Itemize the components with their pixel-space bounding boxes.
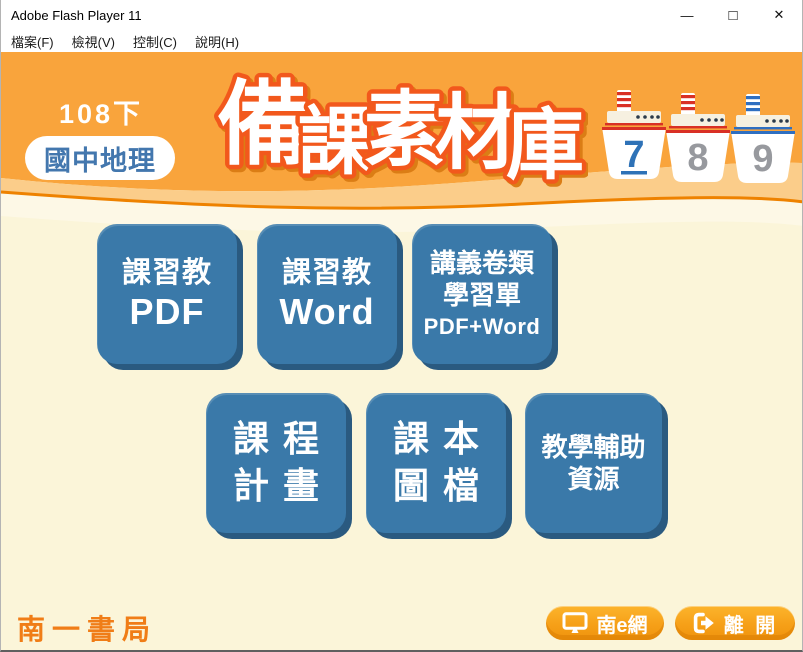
tile-course-plan[interactable]: 課程 計畫: [206, 393, 346, 533]
title-char: 課: [298, 100, 372, 183]
menu-help[interactable]: 說明(H): [186, 32, 248, 51]
nane-web-label: 南e網: [596, 614, 648, 637]
tile-keshijiao-pdf[interactable]: 課習教 PDF: [97, 224, 237, 364]
tile-label: Word: [279, 291, 375, 333]
monitor-icon: [562, 612, 588, 633]
semester-label: 108下: [58, 99, 144, 129]
active-tab-underline: [621, 171, 647, 175]
minimize-icon: —: [680, 7, 694, 23]
exit-button[interactable]: 離 開: [675, 606, 795, 640]
title-char: 備: [217, 74, 309, 176]
tile-label: 課程: [232, 418, 333, 460]
tile-label: 資源: [567, 464, 620, 494]
tile-teaching-resources[interactable]: 教學輔助 資源: [525, 393, 662, 533]
tile-keshijiao-word[interactable]: 課習教 Word: [257, 224, 397, 364]
grade-8-label: 8: [687, 137, 708, 179]
close-icon: ✕: [773, 7, 785, 22]
boat-icon: 8: [666, 93, 730, 182]
window-title: Adobe Flash Player 11: [11, 7, 142, 23]
grade-tab-7[interactable]: 7: [600, 86, 668, 191]
title-char: 庫: [506, 101, 584, 188]
menu-control[interactable]: 控制(C): [124, 32, 186, 51]
grade-tab-8[interactable]: 8: [664, 89, 732, 194]
boat-icon: 7: [602, 90, 666, 179]
tile-label: 課習教: [281, 257, 372, 290]
tile-label: 計畫: [232, 465, 333, 506]
tile-label: 教學輔助: [541, 431, 646, 462]
close-button[interactable]: ✕: [756, 0, 802, 30]
grade-9-label: 9: [752, 138, 773, 180]
menubar: 檔案(F) 檢視(V) 控制(C) 說明(H): [1, 30, 802, 52]
tile-label: 課習教: [121, 257, 212, 290]
titlebar: Adobe Flash Player 11 — □ ✕: [1, 0, 802, 30]
maximize-icon: □: [728, 6, 738, 24]
publisher-logo: 南一書局: [17, 613, 158, 646]
tile-label: 講義卷類: [429, 247, 534, 278]
window-controls: — □ ✕: [664, 0, 802, 30]
tile-label: 學習單: [442, 280, 521, 311]
tile-label: 課本: [392, 418, 493, 460]
tile-label: 圖檔: [392, 465, 493, 506]
main-title: 備 課 素 材 庫: [213, 70, 588, 189]
menu-view[interactable]: 檢視(V): [63, 32, 124, 51]
tile-handouts-worksheets[interactable]: 講義卷類 學習單 PDF+Word: [412, 224, 552, 364]
tile-label: PDF: [129, 291, 205, 333]
minimize-button[interactable]: —: [664, 0, 710, 30]
boat-icon: 9: [731, 94, 795, 183]
flash-stage: 108下 國中地理 備 課 素 材 庫 7 8 9 課習教 PDF 課習教 Wo…: [1, 52, 802, 650]
title-char: 素: [364, 85, 446, 176]
nane-web-button[interactable]: 南e網: [546, 606, 664, 640]
flash-player-window: Adobe Flash Player 11 — □ ✕ 檔案(F) 檢視(V) …: [0, 0, 803, 652]
exit-icon: [693, 612, 714, 634]
tile-label: PDF+Word: [423, 313, 541, 339]
title-char: 材: [435, 88, 517, 179]
tile-textbook-images[interactable]: 課本 圖檔: [366, 393, 506, 533]
grade-7-label: 7: [623, 134, 644, 176]
maximize-button[interactable]: □: [710, 0, 756, 30]
subject-label: 國中地理: [44, 145, 156, 176]
subject-badge: 國中地理: [25, 136, 175, 180]
exit-label: 離 開: [723, 614, 779, 637]
grade-tab-9[interactable]: 9: [729, 90, 797, 195]
menu-file[interactable]: 檔案(F): [2, 32, 63, 51]
